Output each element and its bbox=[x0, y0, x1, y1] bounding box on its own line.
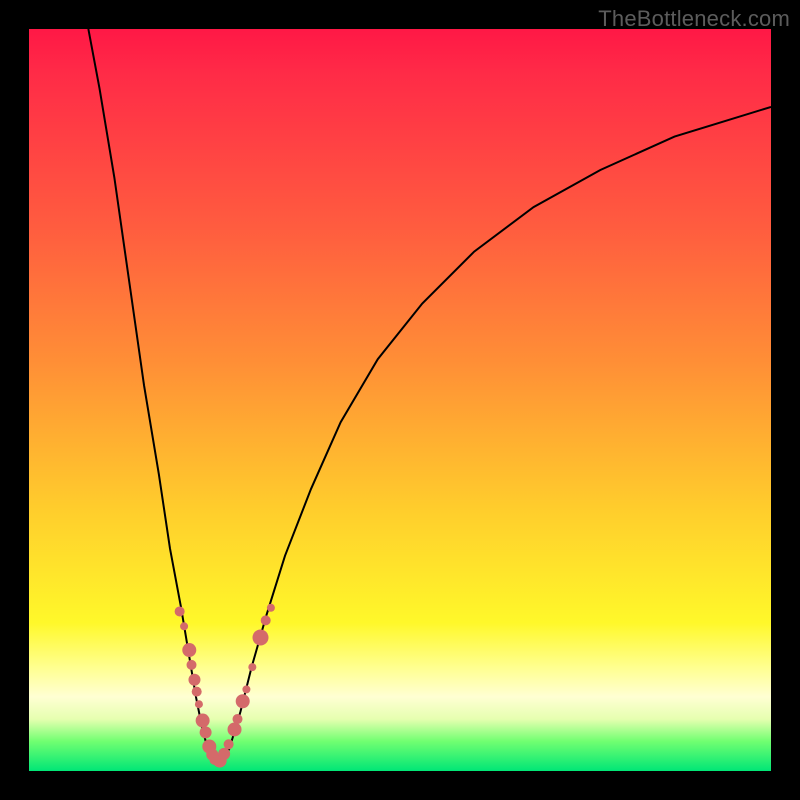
data-marker bbox=[267, 604, 275, 612]
data-marker bbox=[253, 629, 269, 645]
data-marker bbox=[200, 726, 212, 738]
data-marker bbox=[242, 685, 250, 693]
data-marker bbox=[188, 674, 200, 686]
data-marker bbox=[248, 663, 256, 671]
data-marker bbox=[196, 714, 210, 728]
chart-svg bbox=[29, 29, 771, 771]
bottleneck-curve bbox=[88, 29, 771, 764]
data-marker bbox=[236, 694, 250, 708]
data-marker bbox=[233, 714, 243, 724]
data-marker bbox=[187, 660, 197, 670]
data-marker bbox=[210, 755, 220, 765]
data-marker bbox=[180, 622, 188, 630]
data-marker bbox=[195, 700, 203, 708]
data-marker bbox=[213, 754, 227, 768]
chart-plot-area bbox=[29, 29, 771, 771]
data-marker bbox=[218, 748, 230, 760]
data-marker bbox=[206, 749, 218, 761]
data-marker bbox=[224, 739, 234, 749]
data-marker bbox=[202, 740, 216, 754]
data-markers bbox=[175, 604, 275, 768]
data-marker bbox=[228, 722, 242, 736]
data-marker bbox=[261, 615, 271, 625]
data-marker bbox=[192, 687, 202, 697]
chart-frame: TheBottleneck.com bbox=[0, 0, 800, 800]
data-marker bbox=[182, 643, 196, 657]
data-marker bbox=[175, 606, 185, 616]
watermark-text: TheBottleneck.com bbox=[598, 6, 790, 32]
